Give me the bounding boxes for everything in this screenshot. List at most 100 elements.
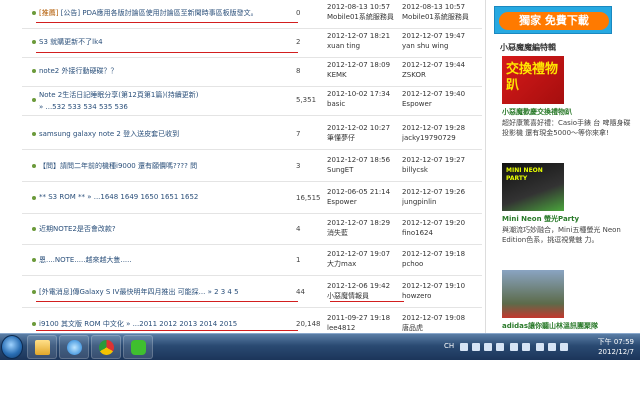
last-poster-link[interactable]: jacky19790729 [402, 133, 474, 143]
last-poster-link[interactable]: billycsk [402, 165, 474, 175]
line-app-icon [131, 340, 146, 355]
author-link[interactable]: 小惡魔情報員 [327, 291, 397, 301]
tray-icon[interactable] [510, 343, 518, 351]
topic-title-link[interactable]: [外電消息]傳Galaxy S IV最快明年四月推出 可能採... » 2 3 … [39, 287, 289, 297]
volume-icon[interactable] [560, 343, 568, 351]
topic-started: 2012-12-07 18:21 xuan ting [327, 31, 397, 51]
topic-title-link[interactable]: i9100 其文版 ROM 中文化 » ...2011 2012 2013 20… [39, 319, 289, 329]
last-reply: 2012-12-07 19:28 jacky19790729 [402, 123, 474, 143]
topic-status-dot [32, 322, 36, 326]
table-row: note2 外接行動硬碟？？ 8 2012-12-07 18:09 KEMK 20… [22, 58, 482, 87]
author-link[interactable]: basic [327, 99, 397, 109]
last-poster-link[interactable]: Espower [402, 99, 474, 109]
last-poster-link[interactable]: yan shu wing [402, 41, 474, 51]
topic-title-link[interactable]: S3 就購更新不了lk4 [39, 37, 289, 47]
taskbar-ie-button[interactable] [59, 335, 89, 359]
table-row: Note 2生活日記睡眠分享(第12頁第1篇)(持續更新)» ...532 53… [22, 87, 482, 116]
topic-title-link[interactable]: ** S3 ROM ** » ...1648 1649 1650 1651 16… [39, 193, 289, 201]
topic-started: 2012-12-06 19:42 小惡魔情報員 [327, 281, 397, 301]
topic-started: 2012-12-07 18:09 KEMK [327, 60, 397, 80]
tray-icon[interactable] [460, 343, 468, 351]
last-poster-link[interactable]: howzero [402, 291, 474, 301]
taskbar-explorer-button[interactable] [27, 335, 57, 359]
table-row: [外電消息]傳Galaxy S IV最快明年四月推出 可能採... » 2 3 … [22, 279, 482, 308]
network-icon[interactable] [548, 343, 556, 351]
last-poster-link[interactable]: pchoo [402, 259, 474, 269]
topic-status-dot [32, 132, 36, 136]
author-link[interactable]: 消失藍 [327, 228, 397, 238]
topic-title-link[interactable]: 恩....NOTE.....越來越大隻..... [39, 255, 289, 265]
red-annotation-underline [36, 52, 298, 53]
taskbar-chrome-button[interactable] [91, 335, 121, 359]
red-annotation-underline [36, 301, 298, 302]
promo-link-mini-neon[interactable]: Mini Neon 螢光Party [502, 214, 579, 224]
tray-icon[interactable] [472, 343, 480, 351]
last-poster-link[interactable]: 唐品虎 [402, 323, 474, 333]
last-reply: 2012-12-07 19:20 fino1624 [402, 218, 474, 238]
topic-started: 2012-12-02 10:27 筆懂夢仔 [327, 123, 397, 143]
author-link[interactable]: Mobile01系統服務員 [327, 12, 397, 22]
tray-icon[interactable] [496, 343, 504, 351]
red-annotation-underline [36, 330, 298, 331]
author-link[interactable]: lee4812 [327, 323, 397, 333]
topic-title-link[interactable]: [推薦] [公告] PDA應用各版討論區使用討論區至新聞時事區板版發文。 [39, 8, 289, 18]
topic-started: 2012-12-07 19:07 大力max [327, 249, 397, 269]
taskbar-line-button[interactable] [123, 335, 153, 359]
author-link[interactable]: KEMK [327, 70, 397, 80]
mini-neon-promo-image[interactable]: MINI NEON PARTY [502, 163, 564, 211]
reply-count: 16,515 [296, 194, 321, 202]
last-reply: 2012-08-13 10:57 Mobile01系統服務員 [402, 2, 474, 22]
chrome-icon [99, 340, 114, 355]
table-row: 近期NOTE2是否會改款? 4 2012-12-07 18:29 消失藍 2012… [22, 216, 482, 245]
free-download-banner[interactable]: 獨家 免費下載 [494, 6, 612, 34]
table-row: 恩....NOTE.....越來越大隻..... 1 2012-12-07 19… [22, 247, 482, 276]
promo-link-adidas[interactable]: adidas讓你聽山林溫訊團聚隊 [502, 321, 598, 331]
red-annotation-underline [36, 22, 298, 23]
topic-title-link[interactable]: note2 外接行動硬碟？？ [39, 66, 289, 76]
author-link[interactable]: 大力max [327, 259, 397, 269]
topic-title-link[interactable]: 近期NOTE2是否會改款? [39, 224, 289, 234]
last-reply: 2012-12-07 19:08 唐品虎 [402, 313, 474, 333]
blank-area [0, 360, 640, 400]
red-annotation-underline [330, 301, 404, 302]
clock-time: 下午 07:59 [597, 338, 634, 346]
table-row: 【問】請問二年前的機種i9000 還有願價嗎???? 問 3 2012-12-0… [22, 153, 482, 182]
taskbar-clock[interactable]: 下午 07:59 2012/12/7 [598, 337, 634, 357]
last-poster-link[interactable]: fino1624 [402, 228, 474, 238]
promo-description: 與潮流巧妙融合，Mini五種螢光 Neon Edition色系，挑逗視覺魅 力。 [502, 226, 621, 244]
input-language-indicator[interactable]: CH [444, 342, 454, 350]
topic-status-dot [32, 11, 36, 15]
author-link[interactable]: SungET [327, 165, 397, 175]
tray-icon[interactable] [522, 343, 530, 351]
promo-description: 超好康驚喜好禮：Casio手錶 台 啤隨身碟 投影機 還有現金5000～等你來拿… [502, 119, 631, 137]
author-link[interactable]: 筆懂夢仔 [327, 133, 397, 143]
topic-title-link[interactable]: 【問】請問二年前的機種i9000 還有願價嗎???? 問 [39, 161, 289, 171]
last-reply: 2012-12-07 19:10 howzero [402, 281, 474, 301]
tray-icon[interactable] [484, 343, 492, 351]
author-link[interactable]: xuan ting [327, 41, 397, 51]
page-links[interactable]: » ...532 533 534 535 536 [39, 103, 128, 111]
topic-title-link[interactable]: samsung galaxy note 2 登入送皮套已收到 [39, 129, 289, 139]
promo-link-gift-party[interactable]: 小惡魔歡慶交換禮物趴 [502, 107, 572, 117]
gift-party-promo-image[interactable]: 交換禮物趴 [502, 56, 564, 104]
topic-status-dot [32, 69, 36, 73]
start-button[interactable] [1, 335, 23, 359]
topic-started: 2011-09-27 19:18 lee4812 [327, 313, 397, 333]
adidas-promo-image[interactable] [502, 270, 564, 318]
last-poster-link[interactable]: Mobile01系統服務員 [402, 12, 474, 22]
sidebar: 獨家 免費下載 小惡魔魔編特輯 交換禮物趴 小惡魔歡慶交換禮物趴 超好康驚喜好禮… [485, 0, 640, 360]
reply-count: 20,148 [296, 320, 321, 328]
reply-count: 0 [296, 9, 301, 17]
last-poster-link[interactable]: jungpinlin [402, 197, 474, 207]
topic-title-link[interactable]: Note 2生活日記睡眠分享(第12頁第1篇)(持續更新)» ...532 53… [39, 89, 291, 113]
last-poster-link[interactable]: ZSKOR [402, 70, 474, 80]
reply-count: 44 [296, 288, 305, 296]
topic-status-dot [32, 227, 36, 231]
sidebar-section-title: 小惡魔魔編特輯 [500, 43, 556, 52]
author-link[interactable]: Espower [327, 197, 397, 207]
topic-status-dot [32, 40, 36, 44]
topic-started: 2012-12-07 18:56 SungET [327, 155, 397, 175]
reply-count: 5,351 [296, 96, 317, 104]
tray-icon[interactable] [536, 343, 544, 351]
reply-count: 4 [296, 225, 301, 233]
